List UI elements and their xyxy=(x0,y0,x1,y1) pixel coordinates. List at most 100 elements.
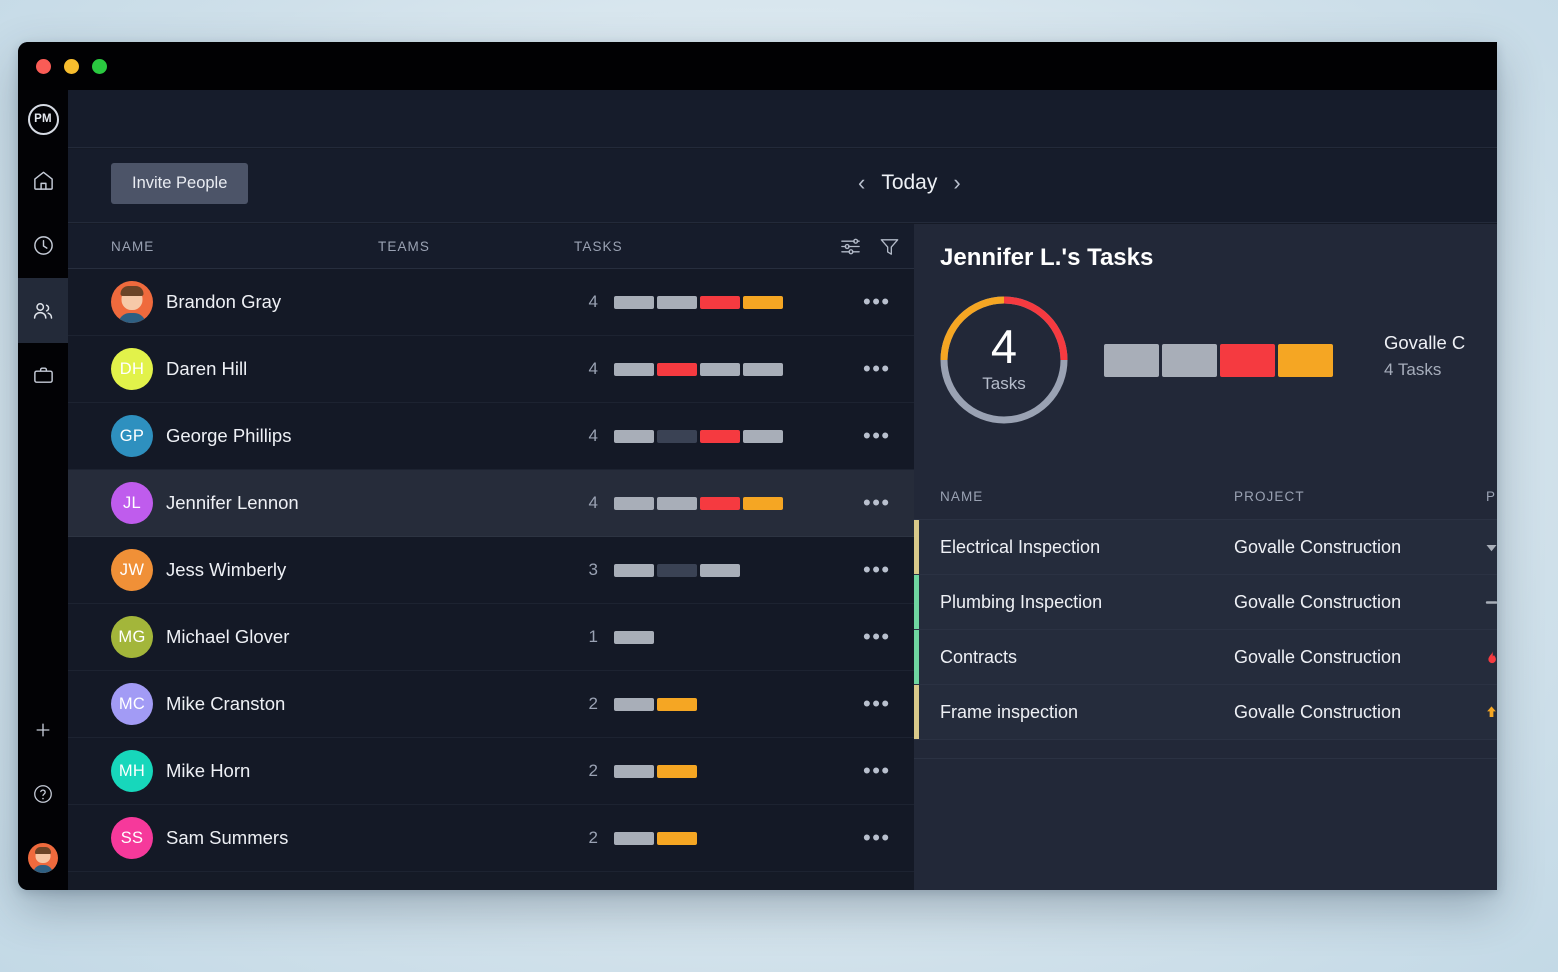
settings-sliders-icon[interactable] xyxy=(839,235,862,258)
avatar: MC xyxy=(111,683,153,725)
chevron-left-icon[interactable]: ‹ xyxy=(858,172,865,194)
avatar xyxy=(111,281,153,323)
table-row[interactable]: MCMike Cranston2••• xyxy=(68,671,914,738)
donut-center-label: 4 Tasks xyxy=(936,292,1072,428)
task-status-segment xyxy=(614,430,654,443)
top-strip xyxy=(68,90,1497,148)
minimize-button[interactable] xyxy=(64,59,79,74)
avatar: JL xyxy=(111,482,153,524)
task-status-segment xyxy=(743,296,783,309)
task-project: Govalle Construction xyxy=(1234,702,1401,723)
task-status-stripe xyxy=(914,575,919,629)
table-row[interactable]: GPGeorge Phillips4••• xyxy=(68,403,914,470)
sidebar-item-people[interactable] xyxy=(18,278,68,343)
row-menu-button[interactable]: ••• xyxy=(863,827,891,849)
task-status-stripe xyxy=(914,520,919,574)
task-priority[interactable]: V xyxy=(1484,702,1497,723)
task-count: 2 xyxy=(568,761,598,781)
sidebar-item-help[interactable] xyxy=(18,762,68,826)
sidebar-rail: PM xyxy=(18,90,68,890)
task-project: Govalle Construction xyxy=(1234,537,1401,558)
task-row[interactable]: Frame inspection Govalle Construction V xyxy=(914,685,1497,740)
page-root: PM xyxy=(0,0,1558,972)
task-status-bars xyxy=(614,564,740,577)
task-column-header-project: PROJECT xyxy=(1234,489,1305,504)
person-name: Daren Hill xyxy=(166,358,247,380)
person-name: Brandon Gray xyxy=(166,291,281,313)
row-menu-button[interactable]: ••• xyxy=(863,291,891,313)
task-detail-panel: Jennifer L.'s Tasks 4 Tasks Govalle C xyxy=(914,224,1497,890)
task-name: Frame inspection xyxy=(940,702,1078,723)
sidebar-item-account[interactable] xyxy=(18,826,68,890)
task-column-header-name: NAME xyxy=(940,489,983,504)
people-table: NAME TEAMS TASKS xyxy=(68,224,914,890)
people-icon xyxy=(31,299,55,323)
task-column-header-priority: PRIO xyxy=(1486,489,1497,504)
table-header-actions xyxy=(839,235,901,258)
task-status-segment xyxy=(614,497,654,510)
task-status-bars xyxy=(614,430,783,443)
task-status-segment xyxy=(614,832,654,845)
task-table-header: NAME PROJECT PRIO xyxy=(914,474,1497,520)
table-row[interactable]: MGMichael Glover1••• xyxy=(68,604,914,671)
sidebar-item-projects[interactable] xyxy=(18,343,68,408)
row-menu-button[interactable]: ••• xyxy=(863,425,891,447)
donut-label: Tasks xyxy=(982,374,1025,394)
avatar: MH xyxy=(111,750,153,792)
app-logo-label: PM xyxy=(28,104,59,135)
window-controls xyxy=(36,59,107,74)
chevron-down-icon xyxy=(1484,540,1497,555)
sidebar-item-time[interactable] xyxy=(18,213,68,278)
sidebar-item-add[interactable] xyxy=(18,698,68,762)
table-row[interactable]: JLJennifer Lennon4••• xyxy=(68,470,914,537)
table-row[interactable]: JWJess Wimberly3••• xyxy=(68,537,914,604)
row-menu-button[interactable]: ••• xyxy=(863,626,891,648)
app-logo[interactable]: PM xyxy=(18,90,68,148)
people-row-list: Brandon Gray4•••DHDaren Hill4•••GPGeorge… xyxy=(68,269,914,872)
summary-segment xyxy=(1220,344,1275,377)
person-name: George Phillips xyxy=(166,425,291,447)
filter-funnel-icon[interactable] xyxy=(878,235,901,258)
task-priority[interactable]: C xyxy=(1484,647,1497,668)
sidebar-item-home[interactable] xyxy=(18,148,68,213)
chevron-right-icon[interactable]: › xyxy=(953,172,960,194)
task-priority[interactable]: L xyxy=(1484,537,1497,558)
person-name: Sam Summers xyxy=(166,827,288,849)
row-menu-button[interactable]: ••• xyxy=(863,559,891,581)
task-status-bars xyxy=(614,698,697,711)
row-menu-button[interactable]: ••• xyxy=(863,358,891,380)
summary-segment xyxy=(1278,344,1333,377)
table-row[interactable]: Brandon Gray4••• xyxy=(68,269,914,336)
task-status-segment xyxy=(700,430,740,443)
window-titlebar xyxy=(18,42,1497,90)
task-count: 1 xyxy=(568,627,598,647)
task-status-bars xyxy=(614,631,654,644)
task-count: 4 xyxy=(568,359,598,379)
task-row[interactable]: Electrical InspectionGovalle Constructio… xyxy=(914,520,1497,575)
invite-people-button[interactable]: Invite People xyxy=(111,163,248,204)
row-menu-button[interactable]: ••• xyxy=(863,760,891,782)
task-row[interactable]: ContractsGovalle ConstructionC xyxy=(914,630,1497,685)
task-status-segment xyxy=(743,497,783,510)
task-status-bars xyxy=(614,363,783,376)
table-row[interactable]: SSSam Summers2••• xyxy=(68,805,914,872)
person-name: Mike Cranston xyxy=(166,693,285,715)
person-name: Michael Glover xyxy=(166,626,289,648)
task-priority[interactable]: M xyxy=(1484,592,1497,613)
table-row[interactable]: DHDaren Hill4••• xyxy=(68,336,914,403)
task-status-stripe xyxy=(914,685,919,739)
table-row[interactable]: MHMike Horn2••• xyxy=(68,738,914,805)
task-project: Govalle Construction xyxy=(1234,647,1401,668)
row-menu-button[interactable]: ••• xyxy=(863,492,891,514)
task-row[interactable]: Plumbing InspectionGovalle ConstructionM xyxy=(914,575,1497,630)
task-status-bars xyxy=(614,296,783,309)
project-name: Govalle C xyxy=(1384,332,1465,354)
maximize-button[interactable] xyxy=(92,59,107,74)
task-status-bars xyxy=(614,765,697,778)
close-button[interactable] xyxy=(36,59,51,74)
person-name: Jess Wimberly xyxy=(166,559,286,581)
toolbar: Invite People ‹ Today › xyxy=(68,149,1497,223)
dash-icon xyxy=(1484,595,1497,610)
row-menu-button[interactable]: ••• xyxy=(863,693,891,715)
task-status-segment xyxy=(700,363,740,376)
